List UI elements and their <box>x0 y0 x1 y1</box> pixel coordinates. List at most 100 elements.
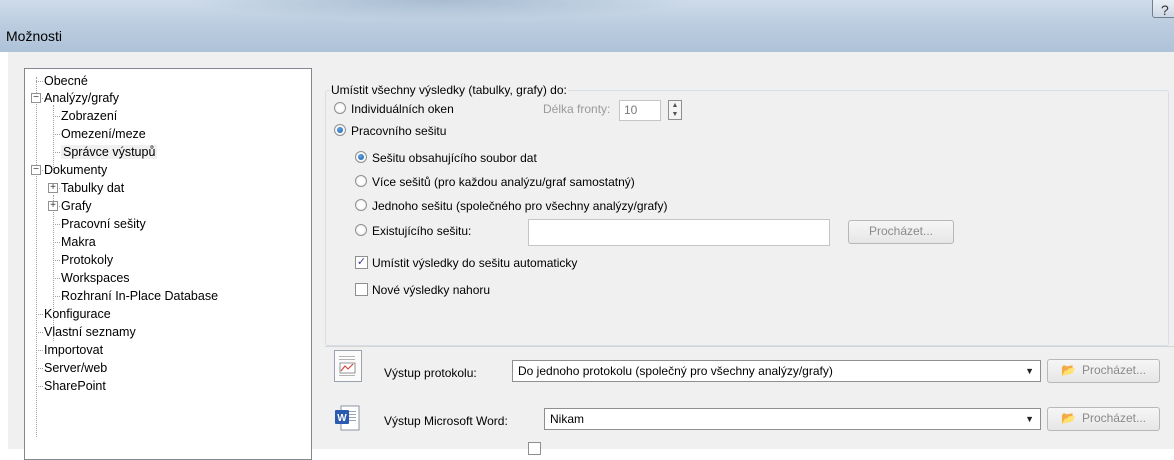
tree-item[interactable]: Importovat <box>44 341 103 359</box>
protocol-browse-button[interactable]: 📂 Procházet... <box>1047 359 1160 383</box>
tree-item-label: SharePoint <box>44 379 106 393</box>
tree-line <box>36 350 43 351</box>
tree-item[interactable]: Vlastní seznamy <box>44 323 136 341</box>
tree-item[interactable]: Grafy <box>61 197 92 215</box>
tree-item-label: Server/web <box>44 361 108 375</box>
checkbox-indicator[interactable]: ✓ <box>355 256 368 269</box>
tree-item[interactable]: Analýzy/grafy <box>44 89 119 107</box>
existing-workbook-input[interactable] <box>528 219 830 246</box>
tree-item[interactable]: Konfigurace <box>44 305 111 323</box>
queue-length-input[interactable]: 10 <box>619 100 661 121</box>
tree-item[interactable]: Obecné <box>44 72 88 90</box>
tree-line <box>53 242 60 243</box>
tree-item[interactable]: Protokoly <box>61 251 113 269</box>
option-label: Existujícího sešitu: <box>372 224 472 238</box>
radio-indicator[interactable] <box>355 151 367 163</box>
tree-item-label: Importovat <box>44 343 104 357</box>
dialog-client: Obecné Analýzy/grafy − Zobrazení Omezení/mez… <box>8 52 1174 460</box>
word-output-select[interactable]: Nikam ▼ <box>544 408 1041 430</box>
tree-item-label: Protokoly <box>61 253 114 267</box>
tree-item-label: Workspaces <box>61 271 130 285</box>
help-button[interactable]: ? <box>1152 0 1174 18</box>
tree-line <box>53 224 60 225</box>
queue-length-spinner[interactable]: ▲ ▼ <box>668 100 682 120</box>
auto-place-label: Umístit výsledky do sešitu automaticky <box>372 256 578 270</box>
tree-item[interactable]: Omezení/meze <box>61 125 146 143</box>
radio-indicator[interactable] <box>334 102 346 114</box>
tree-item-label: Konfigurace <box>44 307 111 321</box>
tree-item[interactable]: SharePoint <box>44 377 106 395</box>
collapse-icon[interactable]: − <box>31 93 41 103</box>
expand-icon[interactable]: + <box>48 201 58 211</box>
option-label: Jednoho sešitu (společného pro všechny a… <box>372 199 668 213</box>
tree-item-label: Tabulky dat <box>61 181 125 195</box>
tree-line <box>53 116 60 117</box>
tree-line <box>36 332 43 333</box>
window-title: Možnosti <box>6 28 63 44</box>
tree-item[interactable]: Správce výstupů <box>61 143 158 161</box>
tree-item-label: Grafy <box>61 199 92 213</box>
protocol-output-value: Do jednoho protokolu (společný pro všech… <box>518 364 833 378</box>
workbook-label: Pracovního sešitu <box>351 124 447 138</box>
protocol-browse-label: Procházet... <box>1081 363 1146 377</box>
queue-length-label: Délka fronty: <box>543 102 611 116</box>
protocol-output-label: Výstup protokolu: <box>384 366 477 380</box>
tree-line <box>53 134 60 135</box>
title-bar: Možnosti ? <box>0 0 1174 52</box>
tree-line <box>36 314 43 315</box>
tree-item[interactable]: Tabulky dat <box>61 179 124 197</box>
expand-icon[interactable]: + <box>48 183 58 193</box>
chevron-down-icon: ▼ <box>1025 366 1034 376</box>
radio-indicator[interactable] <box>355 224 367 236</box>
collapse-icon[interactable]: − <box>31 165 41 175</box>
options-tree[interactable]: Obecné Analýzy/grafy − Zobrazení Omezení/mez… <box>24 68 312 460</box>
word-output-value: Nikam <box>550 412 585 426</box>
placement-group-label: Umístit všechny výsledky (tabulky, grafy… <box>330 83 568 97</box>
existing-browse-button[interactable]: Procházet... <box>848 220 954 244</box>
tree-item[interactable]: Workspaces <box>61 269 130 287</box>
word-browse-label: Procházet... <box>1081 411 1146 425</box>
protocol-output-select[interactable]: Do jednoho protokolu (společný pro všech… <box>512 360 1041 382</box>
word-output-label: Výstup Microsoft Word: <box>384 414 508 428</box>
chevron-down-icon: ▼ <box>1025 414 1034 424</box>
tree-line <box>36 77 37 437</box>
tree-item-label: Zobrazení <box>61 109 118 123</box>
tree-line <box>36 368 43 369</box>
tree-line <box>53 296 60 297</box>
individual-windows-label: Individuálních oken <box>351 102 454 116</box>
radio-indicator[interactable] <box>355 199 367 211</box>
tree-line <box>36 81 43 82</box>
tree-item-label: Makra <box>61 235 96 249</box>
new-on-top-label: Nové výsledky nahoru <box>372 283 491 297</box>
tree-item[interactable]: Makra <box>61 233 96 251</box>
protocol-icon <box>334 350 362 382</box>
placement-group <box>325 90 1169 346</box>
svg-text:W: W <box>337 413 347 424</box>
tree-item-label: Omezení/meze <box>61 127 146 141</box>
radio-indicator[interactable] <box>334 124 346 136</box>
section-divider <box>325 346 1174 347</box>
tree-line <box>53 260 60 261</box>
tree-item[interactable]: Dokumenty <box>44 161 107 179</box>
tree-item-label: Pracovní sešity <box>61 217 146 231</box>
tree-line <box>53 152 60 153</box>
tree-item-label: Analýzy/grafy <box>44 91 120 105</box>
radio-indicator[interactable] <box>355 175 367 187</box>
folder-icon: 📂 <box>1061 363 1076 377</box>
tree-item-label: Dokumenty <box>44 163 108 177</box>
folder-icon: 📂 <box>1061 411 1076 425</box>
option-label: Více sešitů (pro každou analýzu/graf sam… <box>372 175 635 189</box>
word-browse-button[interactable]: 📂 Procházet... <box>1047 407 1160 431</box>
tree-item-label: Obecné <box>44 74 88 88</box>
option-label: Sešitu obsahujícího soubor dat <box>372 151 537 165</box>
word-icon: W <box>334 404 362 436</box>
tree-item-label: Vlastní seznamy <box>44 325 136 339</box>
checkbox-indicator[interactable] <box>355 283 368 296</box>
tree-line <box>53 278 60 279</box>
tree-line <box>36 386 43 387</box>
tree-item[interactable]: Pracovní sešity <box>61 215 146 233</box>
tree-item[interactable]: Server/web <box>44 359 107 377</box>
tree-item-label: Správce výstupů <box>61 145 158 159</box>
tree-item[interactable]: Zobrazení <box>61 107 117 125</box>
tree-item[interactable]: Rozhraní In-Place Database <box>61 287 218 305</box>
